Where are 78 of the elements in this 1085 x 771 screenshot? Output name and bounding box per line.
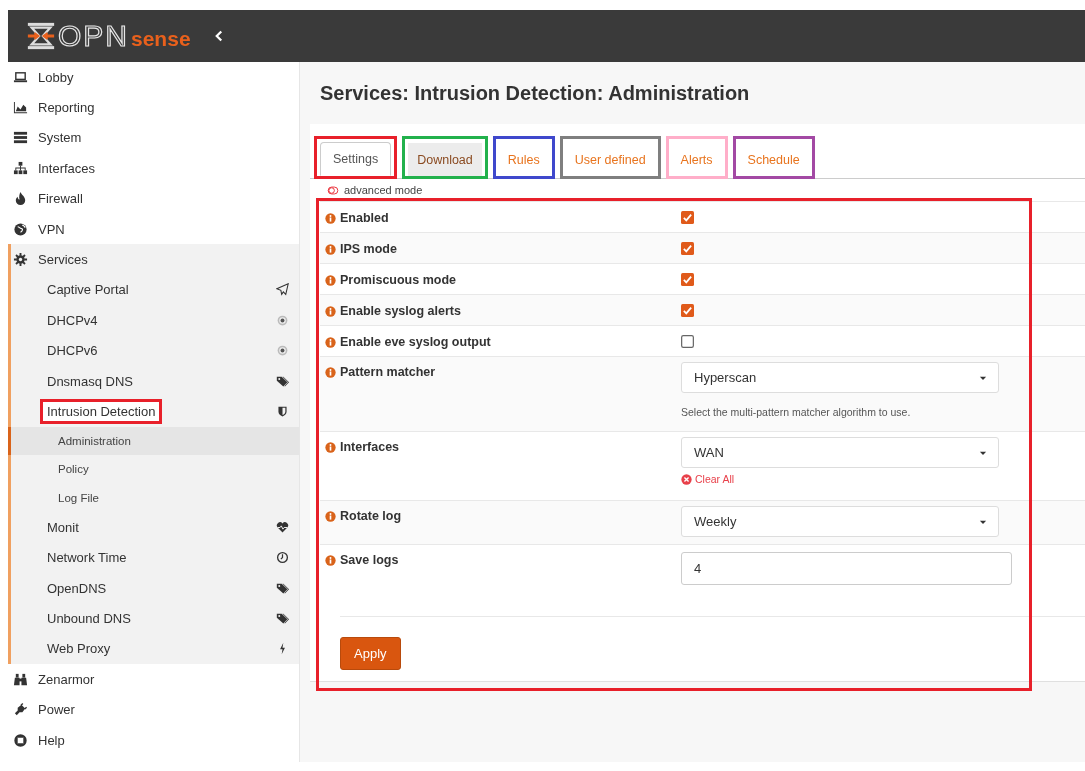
field-label: Enabled [340, 211, 389, 225]
field-label: Pattern matcher [340, 365, 436, 379]
plug-icon [13, 702, 28, 718]
sidebar-subitem[interactable]: OpenDNS [40, 575, 114, 601]
fire-icon [13, 191, 28, 207]
tags-icon [276, 612, 289, 626]
toggle-label: advanced mode [344, 184, 423, 196]
sidebar-item[interactable]: Zenarmor [8, 664, 299, 695]
sidebar-subitem[interactable]: Captive Portal [40, 277, 136, 303]
field-label: Enable syslog alerts [340, 304, 461, 318]
target-icon [276, 344, 289, 358]
gear-icon [13, 252, 28, 268]
tab[interactable]: Settings [314, 136, 398, 179]
info-icon [325, 213, 336, 224]
sidebar-item[interactable]: System [8, 122, 299, 154]
target-icon [276, 313, 289, 327]
checkbox[interactable] [681, 273, 694, 286]
area-chart-icon [13, 100, 28, 116]
sidebar-subitem[interactable]: Intrusion Detection [40, 399, 163, 424]
info-icon [325, 275, 336, 286]
checkbox[interactable] [681, 304, 694, 317]
laptop-icon [13, 69, 28, 85]
info-icon [325, 337, 336, 348]
dropdown[interactable]: Hyperscan [681, 362, 999, 393]
sidebar-subitem[interactable]: Dnsmasq DNS [40, 368, 140, 394]
sitemap-icon [13, 160, 28, 176]
heartbeat-icon [276, 520, 289, 534]
page-title: Services: Intrusion Detection: Administration [320, 81, 750, 105]
field-label: Save logs [340, 553, 399, 567]
sidebar-item[interactable]: Firewall [8, 183, 299, 214]
paper-plane-icon [276, 283, 289, 297]
server-icon [13, 130, 28, 146]
sidebar-item[interactable]: Power [8, 694, 299, 725]
field-label: Interfaces [340, 440, 400, 454]
sidebar-subitem[interactable]: DHCPv6 [40, 338, 105, 364]
sidebar-subitem[interactable]: Unbound DNS [40, 606, 138, 632]
sidebar-subitem[interactable]: Administration [8, 426, 299, 456]
apply-button[interactable]: Apply [340, 637, 401, 670]
sidebar-subitem[interactable]: Monit [40, 514, 86, 540]
shield-icon [276, 405, 289, 418]
info-icon [325, 511, 336, 522]
dropdown[interactable]: Weekly [681, 506, 999, 537]
logo-accent: sense [131, 26, 191, 52]
field-label: Promiscuous mode [340, 273, 456, 287]
field-label: Rotate log [340, 509, 402, 523]
sidebar-item[interactable]: VPN [8, 213, 299, 245]
sidebar-item[interactable]: Interfaces [8, 153, 299, 184]
sidebar-item[interactable]: Lobby [8, 62, 299, 93]
clock-icon [276, 551, 289, 565]
binoculars-icon [13, 671, 28, 687]
sidebar-subitem[interactable]: Log File [11, 483, 299, 513]
tags-icon [276, 374, 289, 388]
logo-text: OPN [58, 21, 129, 51]
sidebar-subitem[interactable]: Web Proxy [40, 636, 118, 662]
checkbox[interactable] [681, 242, 694, 255]
sidebar-item[interactable]: Help [8, 724, 299, 756]
sidebar-item[interactable]: Services [11, 244, 299, 275]
info-icon [325, 555, 336, 566]
info-icon [325, 244, 336, 255]
remove-icon [681, 473, 692, 485]
clear-link[interactable]: Clear All [681, 468, 735, 493]
help-text: Select the multi-pattern matcher algorithm to use. [681, 405, 912, 420]
dropdown[interactable]: WAN [681, 437, 999, 468]
info-icon [325, 442, 336, 453]
logo-icon [26, 21, 56, 51]
input-field[interactable]: 4 [681, 552, 1012, 585]
tags-icon [276, 581, 289, 595]
info-icon [325, 306, 336, 317]
sidebar-subitem[interactable]: Policy [11, 455, 299, 484]
sidebar-subitem[interactable]: DHCPv4 [40, 307, 105, 333]
checkbox[interactable] [681, 335, 694, 348]
sidebar-item[interactable]: Reporting [8, 92, 299, 123]
field-label: IPS mode [340, 242, 397, 256]
field-label: Enable eve syslog output [340, 335, 491, 349]
sidebar-subitem[interactable]: Network Time [40, 545, 134, 571]
info-icon [325, 367, 336, 378]
tab[interactable]: Download [402, 136, 488, 179]
checkbox[interactable] [681, 211, 694, 224]
